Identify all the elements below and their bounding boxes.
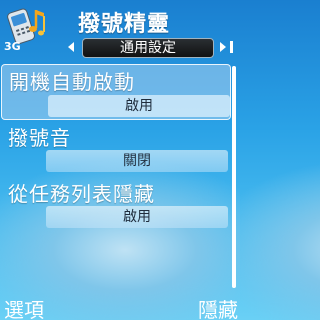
setting-label: 撥號音 [8, 126, 71, 150]
options-softkey[interactable]: 選項 [4, 294, 44, 320]
hide-softkey[interactable]: 隱藏 [198, 294, 238, 320]
settings-list: 開機自動啟動 啟用 撥號音 關閉 從任務列表隱藏 啟用 [0, 64, 232, 232]
setting-value[interactable]: 啟用 [46, 206, 228, 228]
setting-hide-from-tasklist[interactable]: 從任務列表隱藏 啟用 [0, 176, 232, 232]
setting-dial-tone[interactable]: 撥號音 關閉 [0, 120, 232, 176]
arrow-right-icon[interactable] [220, 42, 226, 52]
tab-end-marker [230, 41, 233, 53]
setting-value[interactable]: 啟用 [48, 95, 230, 117]
setting-value[interactable]: 關閉 [46, 150, 228, 172]
tab-strip[interactable]: 通用設定 [62, 36, 238, 60]
tab-general-settings[interactable]: 通用設定 [82, 38, 214, 58]
scrollbar[interactable] [232, 66, 236, 288]
setting-label: 從任務列表隱藏 [8, 182, 155, 206]
arrow-left-icon[interactable] [68, 42, 74, 52]
setting-autostart[interactable]: 開機自動啟動 啟用 [1, 64, 231, 120]
scroll-thumb[interactable] [232, 66, 236, 288]
setting-label: 開機自動啟動 [9, 70, 135, 94]
app-title: 撥號精靈 [78, 12, 171, 37]
softkey-bar: 選項 隱藏 [0, 292, 240, 320]
network-indicator: 3G [4, 40, 21, 53]
title-bar: 撥號精靈 3G 通用設定 [0, 0, 240, 60]
phone-music-icon [6, 4, 48, 45]
